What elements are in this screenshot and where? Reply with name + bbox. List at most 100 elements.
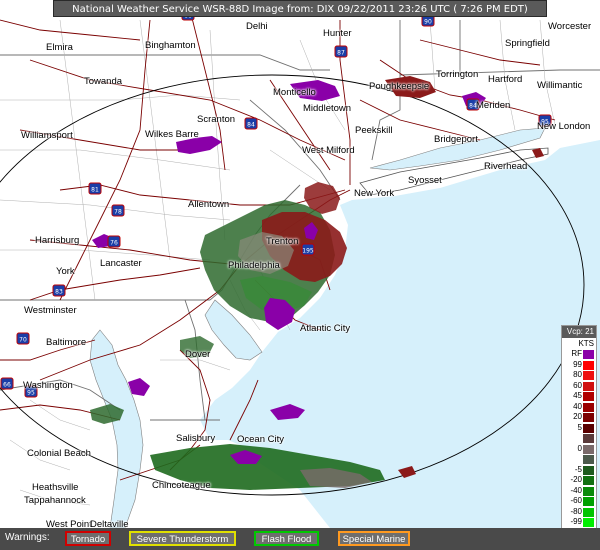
city-label: Scranton	[197, 114, 236, 125]
highway-shield: 66	[0, 377, 14, 390]
warnings-bar: Warnings: Tornado Severe Thunderstorm Fl…	[0, 528, 600, 550]
highway-shield-label: 78	[114, 209, 122, 216]
legend-entry: -80	[562, 507, 596, 518]
city-label: Allentown	[188, 199, 230, 210]
legend-entry: -20	[562, 475, 596, 486]
legend-entry: 20	[562, 412, 596, 423]
legend-units: KTS	[578, 339, 594, 348]
city-label: Riverhead	[484, 161, 528, 172]
legend-swatch	[583, 350, 594, 359]
warning-severe-thunderstorm-button[interactable]: Severe Thunderstorm	[129, 531, 236, 546]
highway-shield-label: 195	[302, 248, 314, 255]
highway-shield-label: 83	[55, 289, 63, 296]
city-label: Elmira	[46, 42, 73, 53]
legend-entry: 40	[562, 402, 596, 413]
city-label: Delhi	[246, 21, 268, 32]
city-label: Bridgeport	[434, 134, 478, 145]
legend-entry-label: 99	[573, 359, 582, 369]
legend-entry: -5	[562, 465, 596, 476]
warnings-label: Warnings:	[5, 532, 50, 543]
city-label: Springfield	[505, 38, 550, 49]
legend-swatch	[583, 507, 594, 517]
city-label: Worcester	[548, 21, 592, 32]
city-label: Lancaster	[100, 258, 142, 269]
legend-entry: -40	[562, 486, 596, 497]
legend-entry: 99	[562, 360, 596, 371]
legend-swatch	[583, 413, 594, 422]
legend-entry-label: -80	[570, 506, 582, 516]
legend-swatch	[583, 444, 594, 454]
city-label: York	[56, 266, 75, 277]
legend-entry-label: 40	[573, 401, 582, 411]
legend-swatch	[583, 381, 594, 391]
city-label: West Milford	[302, 145, 355, 156]
city-label: Tappahannock	[24, 495, 86, 506]
city-label: Baltimore	[46, 337, 87, 348]
radar-map[interactable]: 88908784849581787619583706695 National W…	[0, 0, 600, 543]
city-label: Philadelphia	[228, 260, 280, 271]
city-label: Monticello	[273, 87, 316, 98]
city-label: Torrington	[436, 69, 479, 80]
legend-entry-label: -5	[574, 464, 582, 474]
city-label: Middletown	[303, 103, 352, 114]
city-label: Williamsport	[21, 130, 73, 141]
legend-swatch	[583, 371, 594, 380]
city-label: Wilkes Barre	[145, 129, 199, 140]
legend-entry: -99	[562, 517, 596, 528]
highway-shield: 81	[88, 182, 102, 195]
highway-shield: 83	[52, 284, 66, 297]
highway-shield: 76	[107, 235, 121, 248]
city-label: Ocean City	[237, 434, 284, 445]
legend-entry-label: -60	[570, 496, 582, 505]
legend-entry-label: 20	[573, 412, 582, 421]
legend-entry-label: 0	[577, 443, 582, 453]
legend-swatch	[583, 402, 594, 412]
highway-shield-label: 76	[110, 240, 118, 247]
legend-entry: -60	[562, 496, 596, 507]
legend-swatch	[583, 423, 594, 433]
city-label: Trenton	[266, 236, 299, 247]
city-label: Willimantic	[537, 80, 583, 91]
legend-swatch	[583, 392, 594, 401]
legend-entry-label: 80	[573, 370, 582, 379]
legend-entry-label: -40	[570, 485, 582, 495]
city-label: New York	[354, 188, 395, 199]
legend-swatch	[583, 455, 594, 464]
highway-shield: 195	[301, 243, 315, 256]
legend-swatch	[583, 434, 594, 443]
city-label: Westminster	[24, 305, 77, 316]
highway-shield-label: 84	[247, 122, 255, 129]
legend-entry-label: RF	[571, 349, 582, 358]
city-label: Towanda	[84, 76, 123, 87]
legend-swatch	[583, 518, 594, 527]
legend-entry-label: 60	[573, 380, 582, 390]
city-label: Peekskill	[355, 125, 393, 136]
city-label: Poughkeepsie	[369, 81, 430, 92]
city-label: Meriden	[476, 100, 511, 111]
highway-shield: 78	[111, 204, 125, 217]
legend-entry-label: -20	[570, 475, 582, 484]
highway-shield-label: 87	[337, 50, 345, 57]
city-label: New London	[537, 121, 591, 132]
legend-entry-label: 5	[577, 422, 582, 432]
highway-shield-label: 70	[19, 337, 27, 344]
legend-swatch	[583, 465, 594, 475]
city-label: Hunter	[323, 28, 352, 39]
highway-shield: 70	[16, 332, 30, 345]
warning-special-marine-button[interactable]: Special Marine	[338, 531, 410, 546]
highway-shield-label: 90	[424, 19, 432, 26]
legend-entry	[562, 454, 596, 465]
velocity-legend: Vcp: 21 KTS RF 99 80 60 45 40 20 5 0 -5 -20 -40 -60-…	[561, 325, 597, 543]
legend-swatch	[583, 476, 594, 485]
city-label: Syosset	[408, 175, 442, 186]
highway-shield-label: 81	[91, 187, 99, 194]
city-label: Binghamton	[145, 40, 196, 51]
city-label: Washington	[23, 380, 73, 391]
highway-shield: 87	[334, 45, 348, 58]
city-label: Salisbury	[176, 433, 216, 444]
warning-tornado-button[interactable]: Tornado	[65, 531, 111, 546]
legend-rows: RF99806045402050-5-20-40-60-80-99ND	[562, 349, 596, 538]
city-label: Hartford	[488, 74, 523, 85]
warning-flash-flood-button[interactable]: Flash Flood	[254, 531, 319, 546]
legend-swatch	[583, 497, 594, 506]
